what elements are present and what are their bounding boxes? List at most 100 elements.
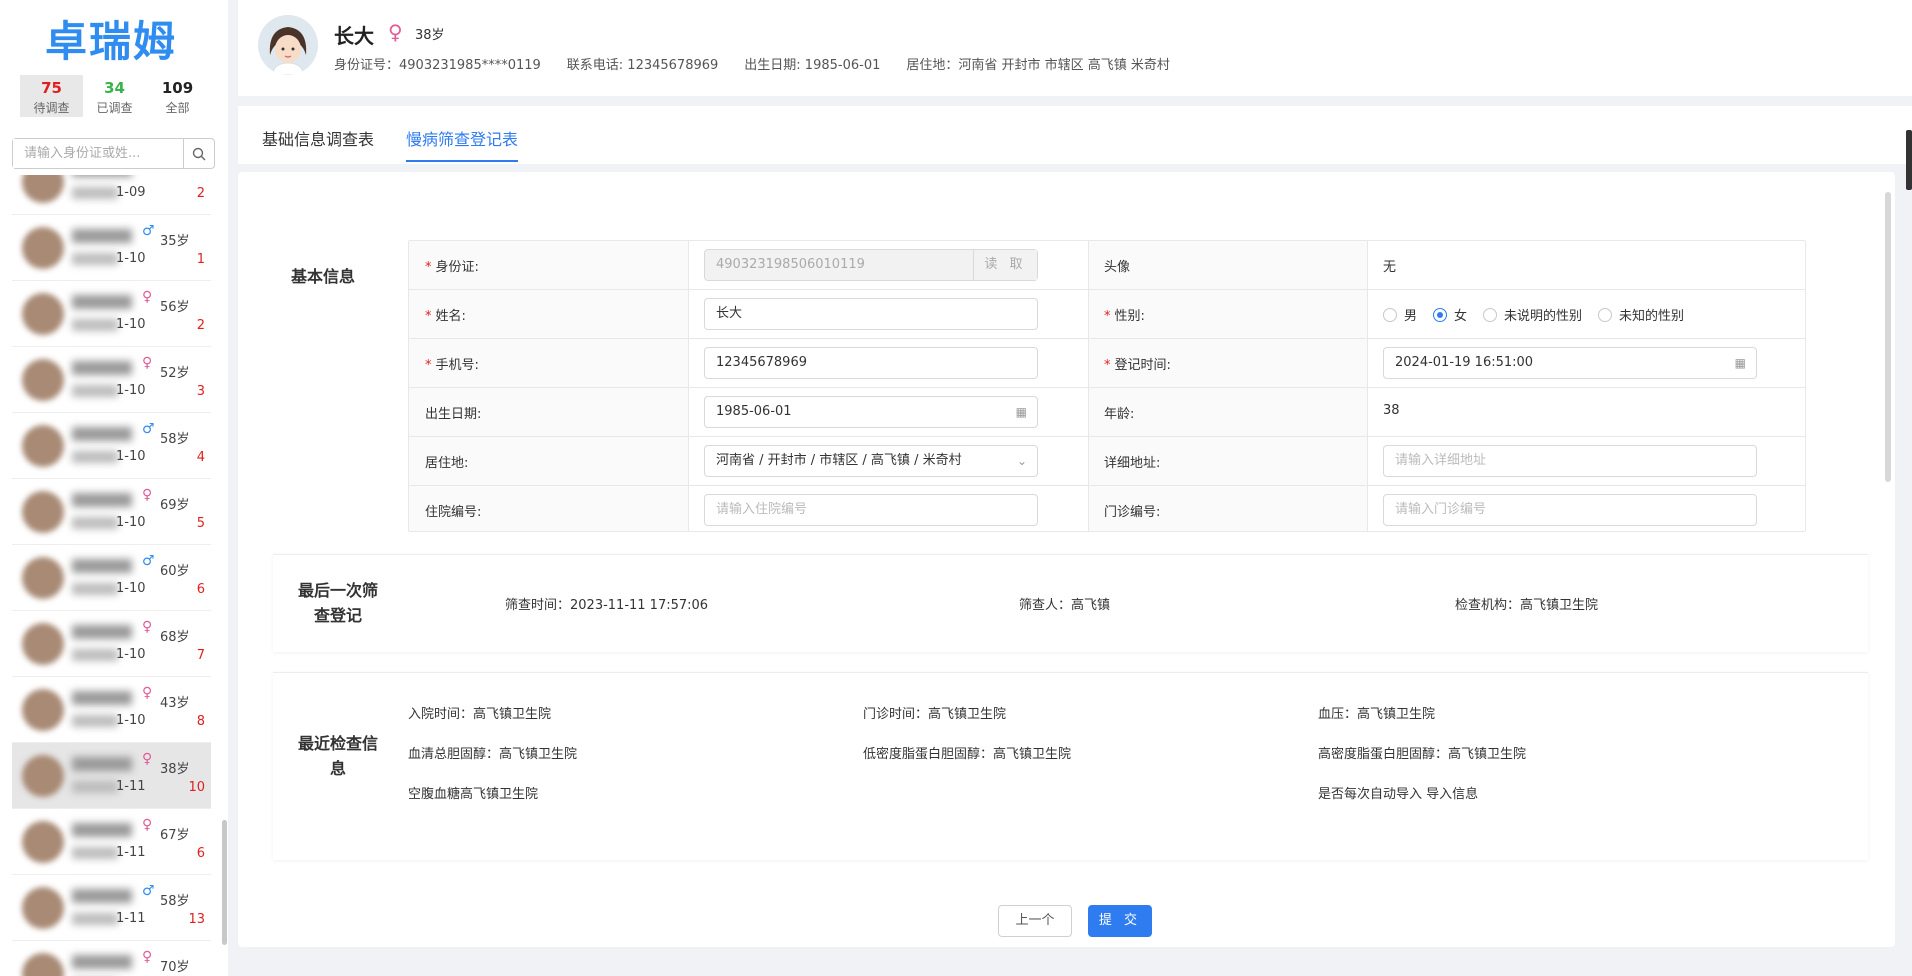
- basic-info-title: 基本信息: [290, 267, 355, 286]
- list-item[interactable]: 1-10 ♀ 69岁 5: [12, 479, 211, 545]
- residence-label: 居住地:: [425, 456, 469, 471]
- person-date-blurred: [72, 319, 118, 331]
- person-age: 52岁: [160, 366, 190, 381]
- check-admission-time: 入院时间：高飞镇卫生院: [408, 707, 552, 722]
- list-item[interactable]: 1-10 ♂ 58岁 4: [12, 413, 211, 479]
- patient-avatar: [258, 15, 318, 75]
- list-item[interactable]: 1-10 ♀ 43岁 8: [12, 677, 211, 743]
- patient-header: 长大 ♀ 38岁 身份证号：4903231985****0119 联系电话: 1…: [238, 0, 1912, 96]
- person-count: 10: [188, 780, 205, 795]
- patient-info: 身份证号：4903231985****0119 联系电话: 1234567896…: [334, 54, 1170, 73]
- person-date: 1-10: [116, 251, 146, 266]
- sidebar: 卓瑞姆 75 待调查 34 已调查 109 全部 1-0921-10♂35岁11…: [0, 0, 228, 976]
- list-item[interactable]: 1-10 ♀ 68岁 7: [12, 611, 211, 677]
- gender-radio-unspecified[interactable]: 未说明的性别: [1483, 305, 1582, 324]
- person-count: 4: [196, 450, 205, 465]
- person-age: 38岁: [160, 762, 190, 777]
- male-icon: ♂: [142, 883, 155, 899]
- gender-radio-unknown[interactable]: 未知的性别: [1598, 305, 1684, 324]
- person-count: 2: [196, 186, 205, 201]
- prev-button[interactable]: 上一个: [998, 905, 1072, 937]
- person-count: 1: [196, 252, 205, 267]
- tab-chronic-screening[interactable]: 慢病筛查登记表: [406, 126, 519, 162]
- gender-radio-male[interactable]: 男: [1383, 305, 1417, 324]
- person-date-blurred: [72, 649, 118, 661]
- name-field[interactable]: 长大: [704, 298, 1038, 330]
- name-label: * 姓名:: [425, 309, 466, 324]
- person-date: 1-10: [116, 647, 146, 662]
- recent-check-card: 最近检查信息 入院时间：高飞镇卫生院 门诊时间：高飞镇卫生院 血压：高飞镇卫生院…: [273, 672, 1868, 860]
- submit-button[interactable]: 提 交: [1088, 905, 1152, 937]
- person-name-blurred: [72, 955, 132, 969]
- person-name-blurred: [72, 757, 132, 771]
- person-date: 1-09: [116, 185, 146, 200]
- person-count: 2: [196, 318, 205, 333]
- last-screening-card: 最后一次筛查登记 筛查时间：2023-11-11 17:57:06 筛查人：高飞…: [273, 554, 1868, 652]
- person-date: 1-10: [116, 713, 146, 728]
- birth-field[interactable]: 1985-06-01 ▦: [704, 396, 1038, 428]
- list-item[interactable]: 1-09 2: [12, 175, 211, 215]
- main-panel: 基本信息 * 身份证: 490323198506010119 读 取 头像 无 *…: [238, 172, 1895, 947]
- person-date-blurred: [72, 847, 118, 859]
- check-fasting-glucose: 空腹血糖高飞镇卫生院: [408, 787, 539, 802]
- reg-time-label: * 登记时间:: [1104, 358, 1171, 373]
- check-hdl: 高密度脂蛋白胆固醇：高飞镇卫生院: [1318, 747, 1527, 762]
- person-count: 6: [196, 846, 205, 861]
- list-item[interactable]: 1-10 ♂ 60岁 6: [12, 545, 211, 611]
- male-icon: ♂: [142, 553, 155, 569]
- search-button[interactable]: [183, 139, 214, 168]
- avatar: [22, 293, 64, 335]
- female-icon: ♀: [142, 289, 153, 305]
- stat-done[interactable]: 34 已调查: [83, 75, 146, 117]
- person-date-blurred: [72, 187, 118, 199]
- list-item[interactable]: 1-10 ♂ 35岁 1: [12, 215, 211, 281]
- patient-age: 38岁: [415, 28, 445, 43]
- person-date: 1-10: [116, 449, 146, 464]
- phone-field[interactable]: 12345678969: [704, 347, 1038, 379]
- search-icon: [192, 147, 206, 160]
- reg-time-field[interactable]: 2024-01-19 16:51:00 ▦: [1383, 347, 1757, 379]
- addr-field[interactable]: 请输入详细地址: [1383, 445, 1757, 477]
- person-count: 7: [196, 648, 205, 663]
- female-icon: ♀: [142, 619, 153, 635]
- person-age: 67岁: [160, 828, 190, 843]
- list-item[interactable]: 1-11 ♂ 58岁 13: [12, 875, 211, 941]
- person-date-blurred: [72, 385, 118, 397]
- gender-radio-female[interactable]: 女: [1433, 305, 1467, 324]
- person-name-blurred: [72, 889, 132, 903]
- person-list: 1-09 2 1-10 ♂ 35岁 1 1-10 ♀ 56岁 2 1-10 ♀ 52岁 3 1-10 ♂ 58岁…: [12, 175, 211, 976]
- tab-basic-survey[interactable]: 基础信息调查表: [262, 126, 374, 160]
- person-count: 3: [196, 384, 205, 399]
- list-scrollbar[interactable]: [222, 820, 227, 945]
- male-icon: ♂: [142, 421, 155, 437]
- person-date: 1-10: [116, 515, 146, 530]
- search-input[interactable]: [13, 139, 183, 168]
- person-date: 1-11: [116, 779, 146, 794]
- stat-all[interactable]: 109 全部: [146, 75, 209, 117]
- read-id-button[interactable]: 读 取: [973, 250, 1037, 280]
- check-blood-pressure: 血压：高飞镇卫生院: [1318, 707, 1436, 722]
- list-item[interactable]: 1-11 ♀ 38岁 10: [12, 743, 211, 809]
- list-item[interactable]: 1-11 ♀ 67岁 6: [12, 809, 211, 875]
- list-item[interactable]: ♀ 70岁: [12, 941, 211, 976]
- list-item[interactable]: 1-10 ♀ 52岁 3: [12, 347, 211, 413]
- outpatient-field[interactable]: 请输入门诊编号: [1383, 494, 1757, 526]
- main-scrollbar[interactable]: [1885, 192, 1891, 482]
- id-label: * 身份证:: [425, 260, 479, 275]
- addr-label: 详细地址:: [1104, 456, 1161, 471]
- residence-select[interactable]: 河南省 / 开封市 / 市辖区 / 高飞镇 / 米奇村 ⌄: [704, 445, 1038, 477]
- person-name-blurred: [72, 175, 132, 177]
- person-age: 58岁: [160, 894, 190, 909]
- avatar: [22, 821, 64, 863]
- person-name-blurred: [72, 691, 132, 705]
- patient-phone: 联系电话: 12345678969: [566, 58, 719, 73]
- patient-id: 身份证号：4903231985****0119: [334, 58, 541, 73]
- stat-all-label: 全部: [165, 101, 190, 115]
- id-field[interactable]: 490323198506010119 读 取: [704, 249, 1038, 281]
- stat-pending[interactable]: 75 待调查: [20, 75, 83, 117]
- avatar: [22, 557, 64, 599]
- inpatient-field[interactable]: 请输入住院编号: [704, 494, 1038, 526]
- edge-handle[interactable]: [1906, 130, 1912, 190]
- list-item[interactable]: 1-10 ♀ 56岁 2: [12, 281, 211, 347]
- avatar: [22, 953, 64, 976]
